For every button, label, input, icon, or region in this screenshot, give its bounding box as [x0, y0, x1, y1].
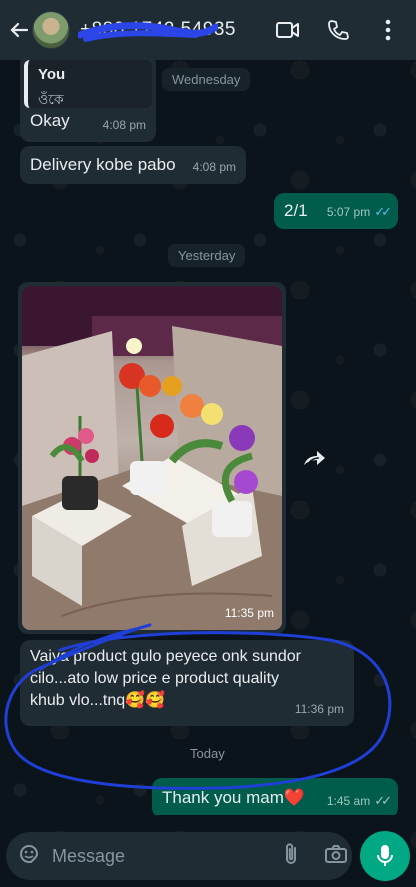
read-receipt-icon: ✓✓	[374, 204, 392, 219]
product-photo[interactable]: 11:35 pm	[22, 286, 282, 630]
camera-icon[interactable]	[324, 844, 348, 869]
message-time: 4:08 pm	[102, 118, 146, 132]
mic-button[interactable]	[360, 831, 410, 881]
message-time: 4:08 pm	[192, 160, 236, 174]
forward-icon[interactable]	[296, 440, 332, 476]
review-line-2: cilo...ato low price e product quality	[30, 670, 280, 687]
flower-pots-image	[22, 286, 282, 630]
message-input[interactable]	[52, 845, 284, 867]
composer-bar	[0, 825, 416, 887]
contact-name[interactable]: +880 1742 54935	[78, 19, 276, 42]
back-arrow-icon[interactable]	[8, 19, 30, 41]
message-meta: 5:07 pm ✓✓	[326, 201, 392, 223]
message-time: 5:07 pm	[326, 205, 371, 219]
voice-call-icon[interactable]	[326, 18, 350, 42]
message-bubble-photo[interactable]: 11:35 pm	[18, 282, 286, 634]
date-chip-today: Today	[190, 746, 225, 761]
attach-icon[interactable]	[284, 842, 298, 871]
quoted-message[interactable]: You ওঁকে	[24, 60, 152, 108]
more-menu-icon[interactable]	[376, 18, 400, 42]
sticker-icon[interactable]	[18, 843, 40, 870]
review-line-1: Vaiya product gulo peyece onk sundor	[30, 648, 301, 665]
redaction-scribble	[78, 22, 218, 42]
message-time: 1:45 am	[326, 794, 371, 808]
message-time: 11:36 pm	[294, 702, 344, 716]
message-bubble-outgoing-1[interactable]: 2/1 5:07 pm ✓✓	[274, 193, 398, 229]
message-bubble-delivery[interactable]: Delivery kobe pabo 4:08 pm	[20, 146, 246, 184]
message-text: Delivery kobe pabo	[30, 155, 176, 174]
message-bubble-okay[interactable]: You ওঁকে Okay 4:08 pm	[20, 60, 156, 142]
message-bubble-review[interactable]: Vaiya product gulo peyece onk sundor cil…	[20, 640, 354, 726]
quoted-sender: You	[38, 66, 66, 83]
contact-avatar[interactable]	[32, 11, 70, 49]
date-chip-wednesday: Wednesday	[162, 68, 251, 91]
message-input-pill[interactable]	[6, 832, 352, 880]
message-text: Thank you mam❤️	[162, 788, 306, 807]
message-meta: 1:45 am ✓✓	[326, 790, 392, 812]
photo-time: 11:35 pm	[224, 606, 274, 620]
date-chip-yesterday: Yesterday	[168, 244, 246, 267]
video-call-icon[interactable]	[276, 18, 300, 42]
mic-icon	[377, 845, 393, 866]
chat-header: +880 1742 54935	[0, 0, 416, 60]
message-text: Okay	[30, 111, 70, 130]
message-bubble-outgoing-2[interactable]: Thank you mam❤️ 1:45 am ✓✓	[152, 778, 398, 815]
message-text: 2/1	[284, 201, 308, 220]
message-list[interactable]: You ওঁকে Okay 4:08 pm Wednesday Delivery…	[0, 60, 416, 815]
delivered-receipt-icon: ✓✓	[374, 793, 392, 808]
quoted-text: ওঁকে	[38, 91, 64, 107]
